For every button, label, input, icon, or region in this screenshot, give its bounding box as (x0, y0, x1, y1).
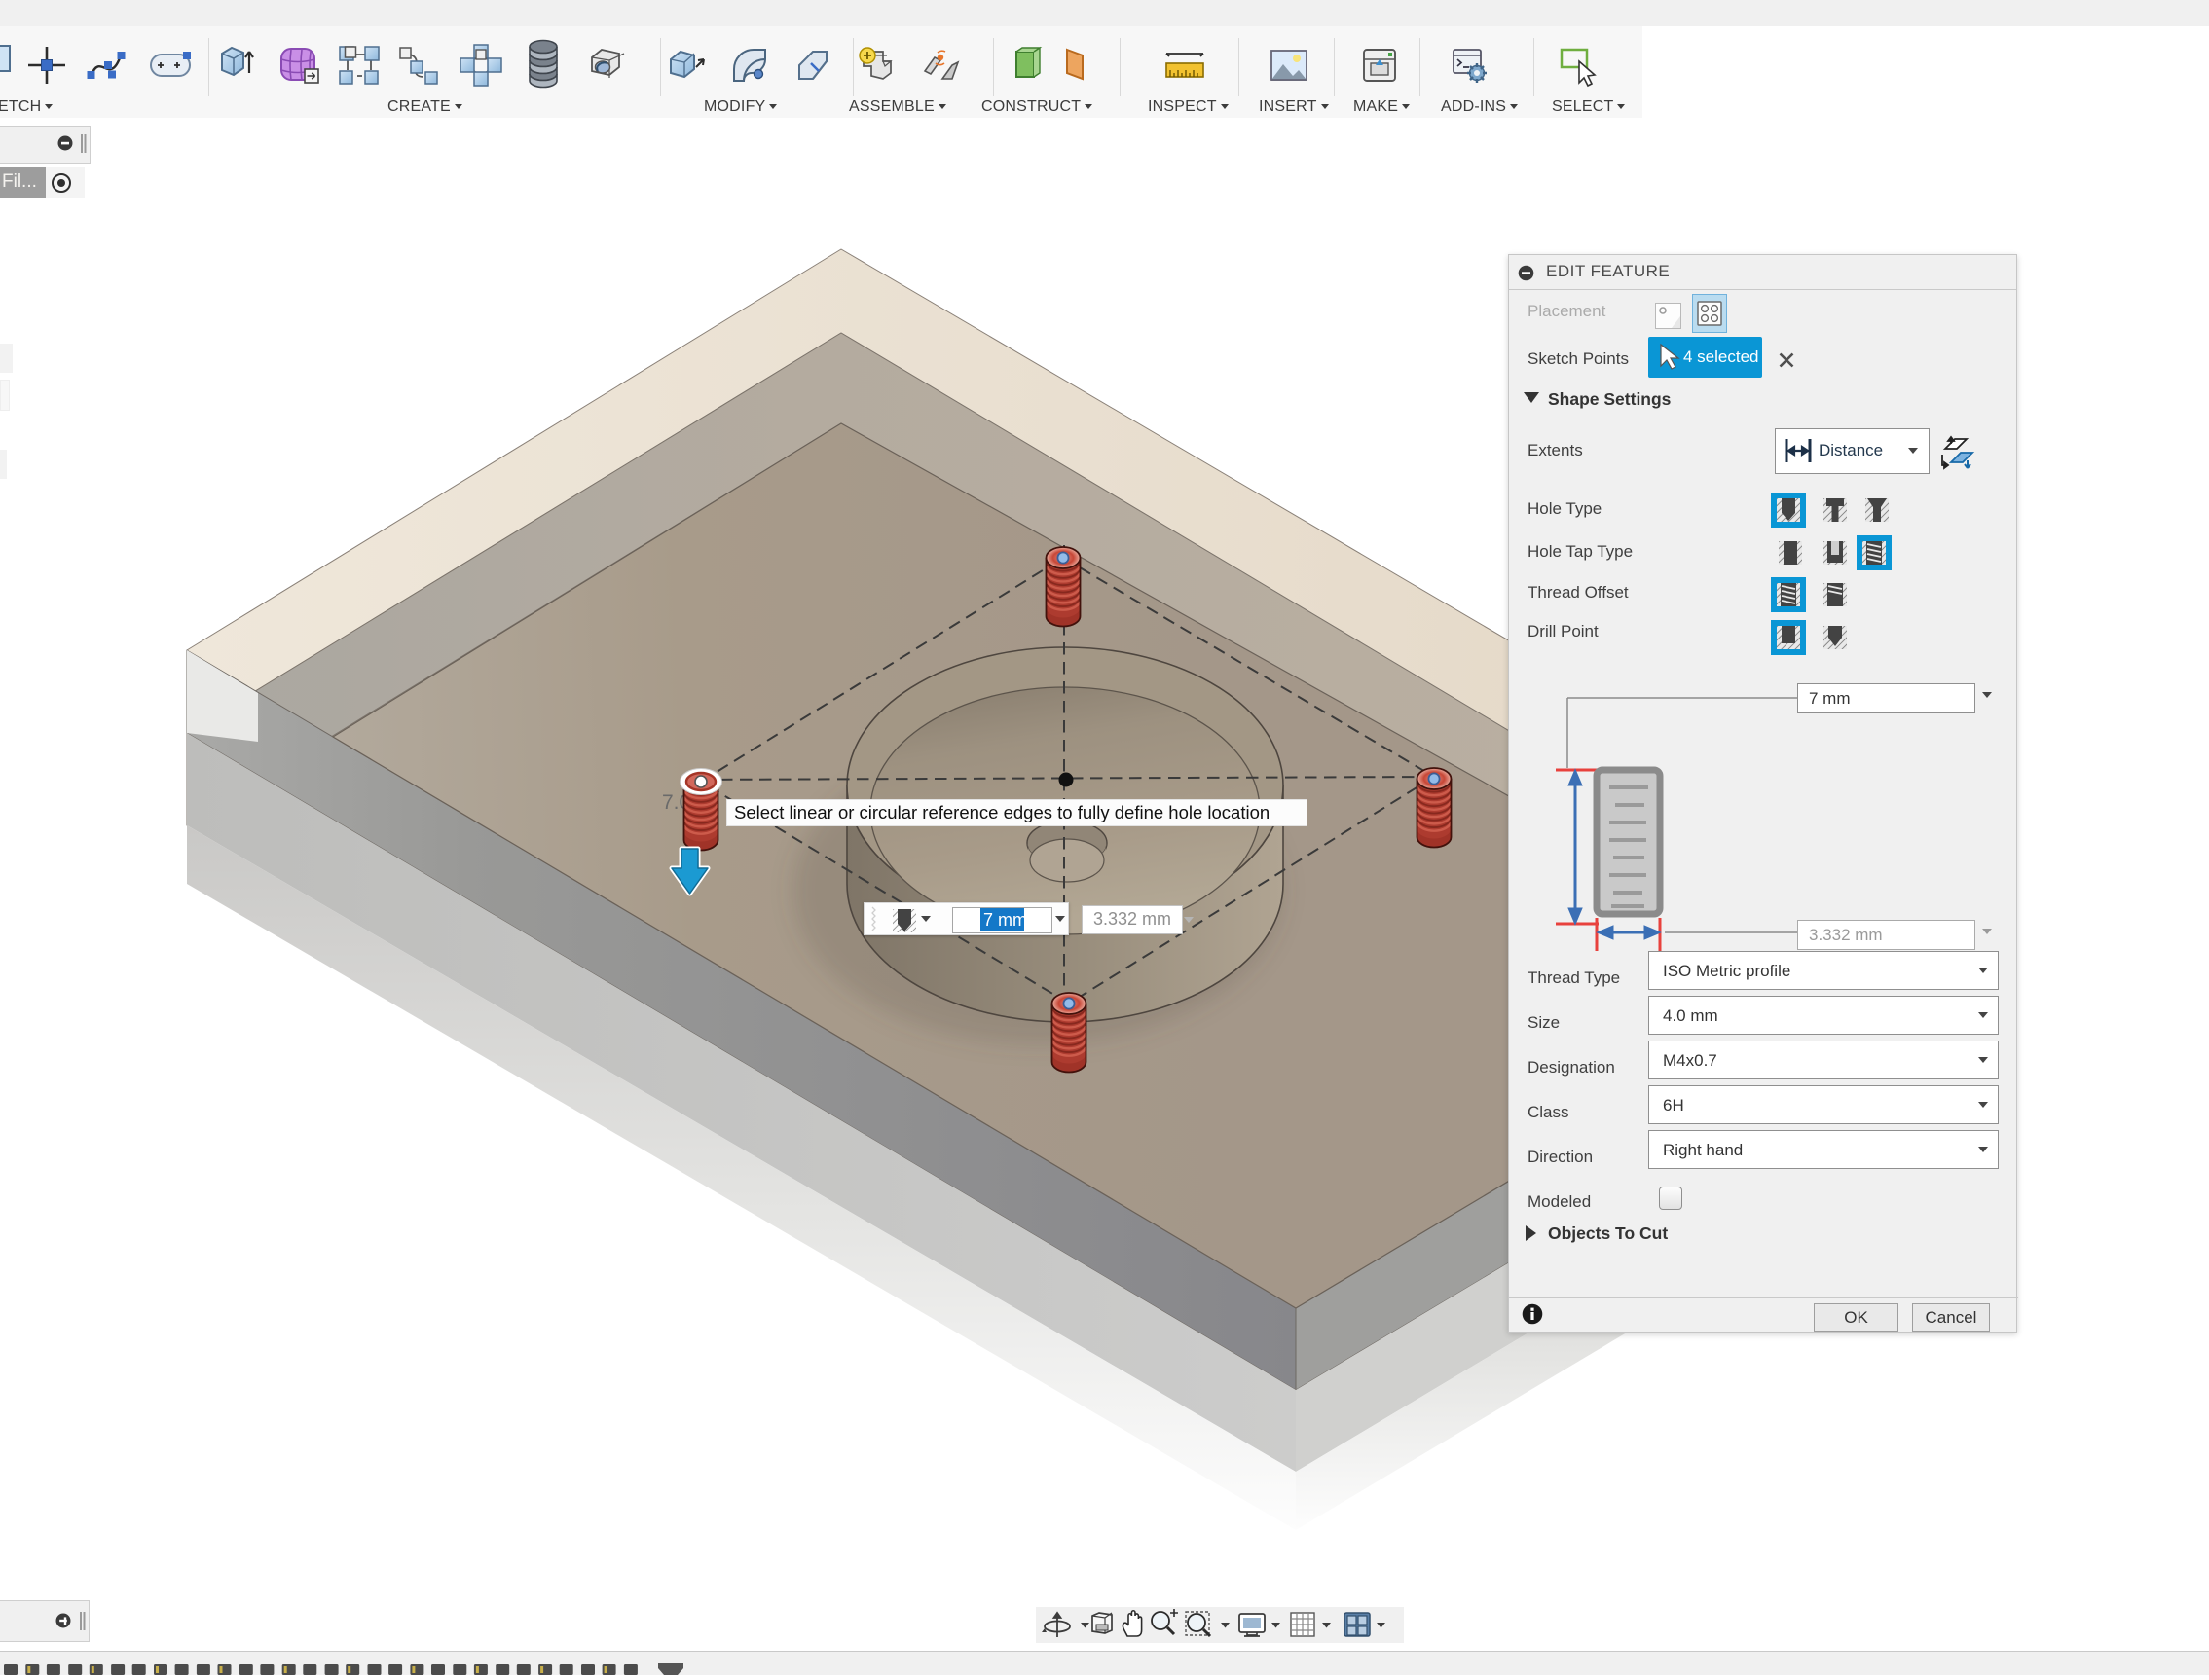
svg-text:4 selected: 4 selected (1683, 347, 1759, 366)
svg-text:7.00: 7.00 (662, 791, 702, 814)
